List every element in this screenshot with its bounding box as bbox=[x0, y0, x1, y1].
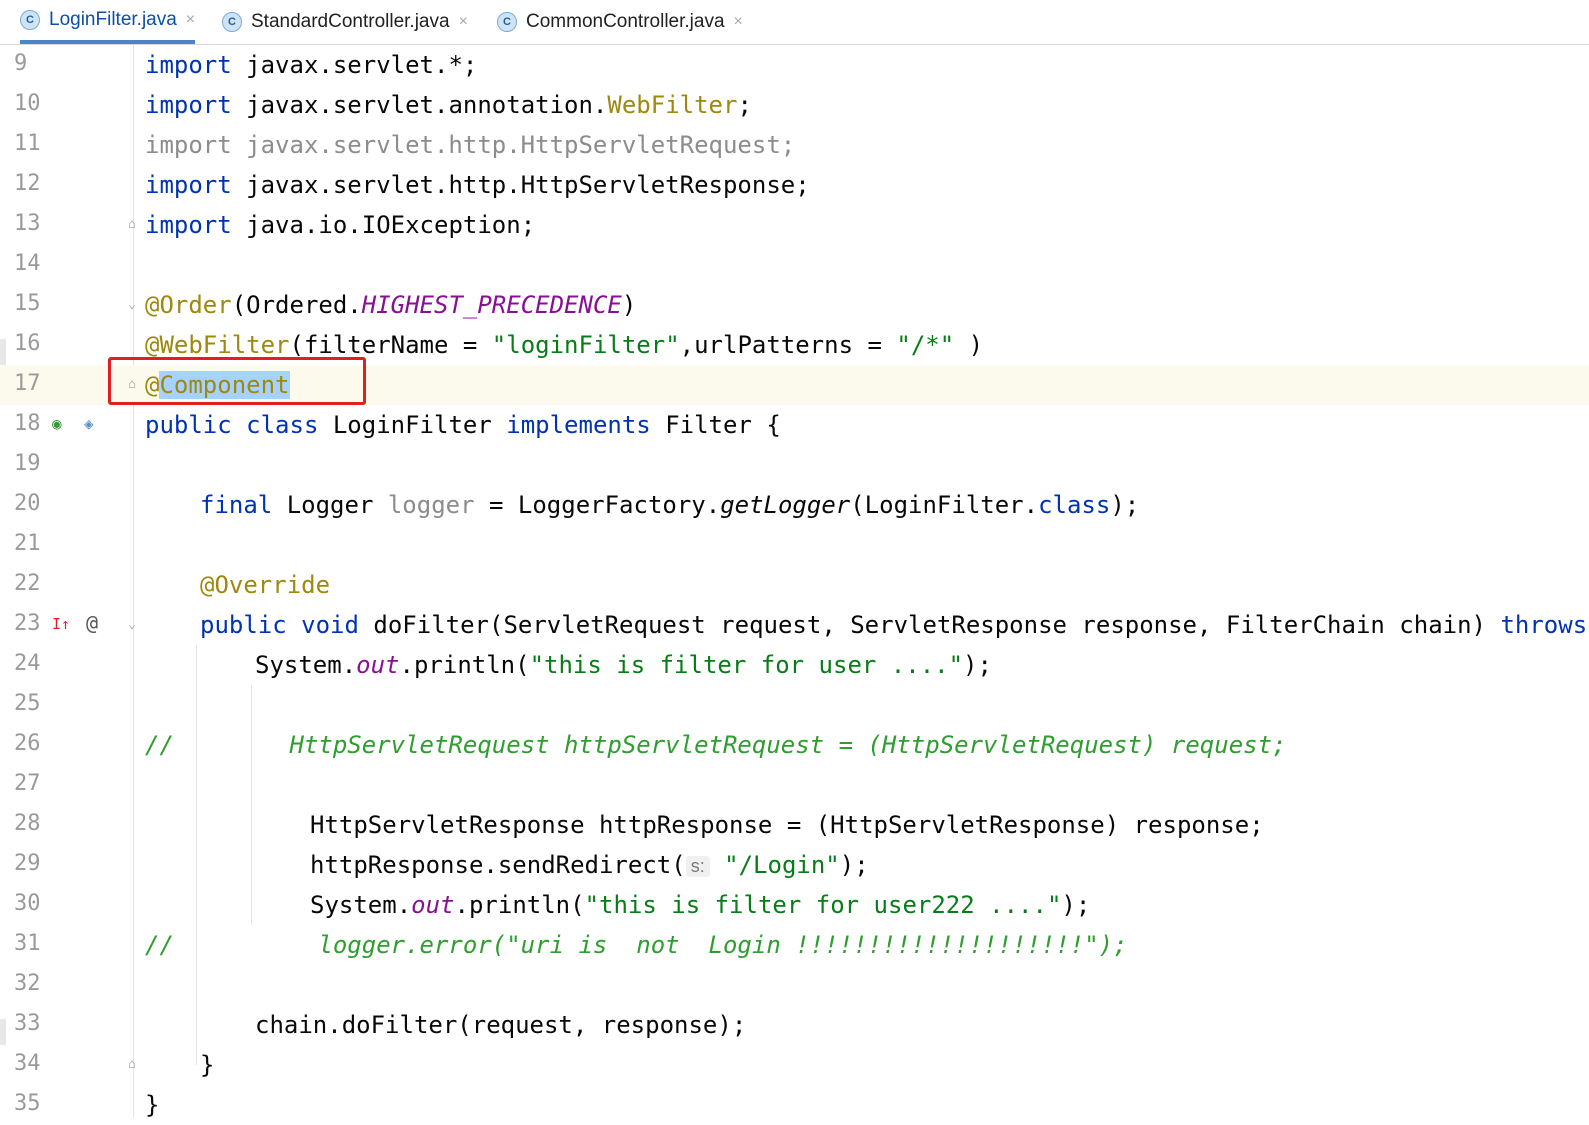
line-number: 24 bbox=[14, 651, 41, 676]
line-number: 9 bbox=[14, 51, 28, 76]
close-icon[interactable]: × bbox=[186, 11, 195, 29]
line-number: 13 bbox=[14, 211, 41, 236]
code-text[interactable]: chain.doFilter(request, response); bbox=[255, 1011, 746, 1039]
tab-label: StandardController.java bbox=[251, 11, 450, 32]
code-line: 23 I↑ @ ⌄ public void doFilter(ServletRe… bbox=[0, 605, 1589, 645]
line-number: 18 bbox=[14, 411, 41, 436]
line-number: 14 bbox=[14, 251, 41, 276]
code-text[interactable]: } bbox=[145, 1091, 159, 1119]
class-file-icon: C bbox=[222, 12, 242, 32]
line-number: 30 bbox=[14, 891, 41, 916]
tab-standardcontroller[interactable]: C StandardController.java × bbox=[222, 0, 468, 44]
web-filter-icon[interactable]: ◈ bbox=[84, 414, 94, 434]
code-text[interactable]: import javax.servlet.annotation.WebFilte… bbox=[145, 91, 752, 119]
code-text[interactable]: HttpServletResponse httpResponse = (Http… bbox=[310, 811, 1264, 839]
line-number: 31 bbox=[14, 931, 41, 956]
code-line: 9 import javax.servlet.*; bbox=[0, 45, 1589, 85]
line-number: 35 bbox=[14, 1091, 41, 1116]
line-number: 25 bbox=[14, 691, 41, 716]
line-number: 10 bbox=[14, 91, 41, 116]
code-line: 35 } bbox=[0, 1085, 1589, 1125]
fold-start-icon[interactable]: ⌄ bbox=[124, 297, 140, 313]
code-line: 29 httpResponse.sendRedirect(s: "/Login"… bbox=[0, 845, 1589, 885]
line-number: 29 bbox=[14, 851, 41, 876]
code-line: 10 import javax.servlet.annotation.WebFi… bbox=[0, 85, 1589, 125]
code-line: 18 ◉ ◈ public class LoginFilter implemen… bbox=[0, 405, 1589, 445]
code-line: 27 bbox=[0, 765, 1589, 805]
code-text[interactable]: import javax.servlet.*; bbox=[145, 51, 477, 79]
code-line: 19 bbox=[0, 445, 1589, 485]
line-number: 33 bbox=[14, 1011, 41, 1036]
fold-start-icon[interactable]: ⌄ bbox=[124, 617, 140, 633]
implements-method-icon[interactable]: I↑ bbox=[52, 614, 70, 634]
tab-commoncontroller[interactable]: C CommonController.java × bbox=[497, 0, 743, 44]
code-text[interactable]: System.out.println("this is filter for u… bbox=[310, 891, 1090, 919]
line-number: 15 bbox=[14, 291, 41, 316]
tab-label: CommonController.java bbox=[526, 11, 725, 32]
code-line: 22 @Override bbox=[0, 565, 1589, 605]
code-line: 21 bbox=[0, 525, 1589, 565]
class-file-icon: C bbox=[20, 10, 40, 30]
parameter-hint: s: bbox=[685, 855, 710, 877]
code-line: 11 import javax.servlet.http.HttpServlet… bbox=[0, 125, 1589, 165]
code-text[interactable]: import javax.servlet.http.HttpServletRes… bbox=[145, 171, 810, 199]
line-number: 17 bbox=[14, 371, 41, 396]
line-number: 19 bbox=[14, 451, 41, 476]
code-text[interactable]: } bbox=[200, 1051, 214, 1079]
tab-label: LoginFilter.java bbox=[49, 9, 177, 30]
line-number: 34 bbox=[14, 1051, 41, 1076]
code-line: 31 // logger.error("uri is not Login !!!… bbox=[0, 925, 1589, 965]
line-number: 20 bbox=[14, 491, 41, 516]
code-text[interactable]: public class LoginFilter implements Filt… bbox=[145, 411, 781, 439]
code-editor[interactable]: 9 import javax.servlet.*; 10 import java… bbox=[0, 45, 1589, 1119]
line-number: 27 bbox=[14, 771, 41, 796]
line-number: 23 bbox=[14, 611, 41, 636]
line-number: 26 bbox=[14, 731, 41, 756]
fold-end-icon[interactable]: ⌂ bbox=[124, 1057, 140, 1073]
code-comment[interactable]: // logger.error("uri is not Login !!!!!!… bbox=[145, 931, 1128, 959]
code-text[interactable]: httpResponse.sendRedirect(s: "/Login"); bbox=[310, 851, 869, 879]
line-number: 22 bbox=[14, 571, 41, 596]
code-text[interactable]: @Override bbox=[200, 571, 330, 599]
line-number: 12 bbox=[14, 171, 41, 196]
line-number: 16 bbox=[14, 331, 41, 356]
code-line: 12 import javax.servlet.http.HttpServlet… bbox=[0, 165, 1589, 205]
line-number: 32 bbox=[14, 971, 41, 996]
line-number: 11 bbox=[14, 131, 41, 156]
code-line: 32 bbox=[0, 965, 1589, 1005]
close-icon[interactable]: × bbox=[459, 13, 468, 31]
code-line: 30 System.out.println("this is filter fo… bbox=[0, 885, 1589, 925]
code-text-unused-import[interactable]: import javax.servlet.http.HttpServletReq… bbox=[145, 131, 795, 159]
code-comment[interactable]: // HttpServletRequest httpServletRequest… bbox=[145, 731, 1287, 759]
annotation-gutter-icon[interactable]: @ bbox=[86, 613, 98, 633]
code-text[interactable]: @WebFilter(filterName = "loginFilter",ur… bbox=[145, 331, 983, 359]
code-text[interactable]: final Logger logger = LoggerFactory.getL… bbox=[200, 491, 1139, 519]
annotation-highlight-box bbox=[108, 357, 366, 405]
code-line: 33 chain.doFilter(request, response); bbox=[0, 1005, 1589, 1045]
fold-end-icon[interactable]: ⌂ bbox=[124, 217, 140, 233]
code-line: 20 final Logger logger = LoggerFactory.g… bbox=[0, 485, 1589, 525]
code-line: 15 ⌄ @Order(Ordered.HIGHEST_PRECEDENCE) bbox=[0, 285, 1589, 325]
class-file-icon: C bbox=[497, 12, 517, 32]
code-line: 24 System.out.println("this is filter fo… bbox=[0, 645, 1589, 685]
editor-tab-bar: C LoginFilter.java × C StandardControlle… bbox=[0, 0, 1589, 45]
code-text[interactable]: System.out.println("this is filter for u… bbox=[255, 651, 992, 679]
code-line: 13 ⌂ import java.io.IOException; bbox=[0, 205, 1589, 245]
close-icon[interactable]: × bbox=[734, 13, 743, 31]
code-text[interactable]: import java.io.IOException; bbox=[145, 211, 535, 239]
code-line: 14 bbox=[0, 245, 1589, 285]
line-number: 28 bbox=[14, 811, 41, 836]
code-line: 25 bbox=[0, 685, 1589, 725]
line-number: 21 bbox=[14, 531, 41, 556]
code-line: 34 ⌂ } bbox=[0, 1045, 1589, 1085]
code-text[interactable]: public void doFilter(ServletRequest requ… bbox=[200, 611, 1589, 639]
code-line: 26 // HttpServletRequest httpServletRequ… bbox=[0, 725, 1589, 765]
code-text[interactable]: @Order(Ordered.HIGHEST_PRECEDENCE) bbox=[145, 291, 636, 319]
spring-bean-icon[interactable]: ◉ bbox=[52, 414, 62, 434]
code-line: 28 HttpServletResponse httpResponse = (H… bbox=[0, 805, 1589, 845]
tab-loginfilter[interactable]: C LoginFilter.java × bbox=[20, 0, 196, 44]
